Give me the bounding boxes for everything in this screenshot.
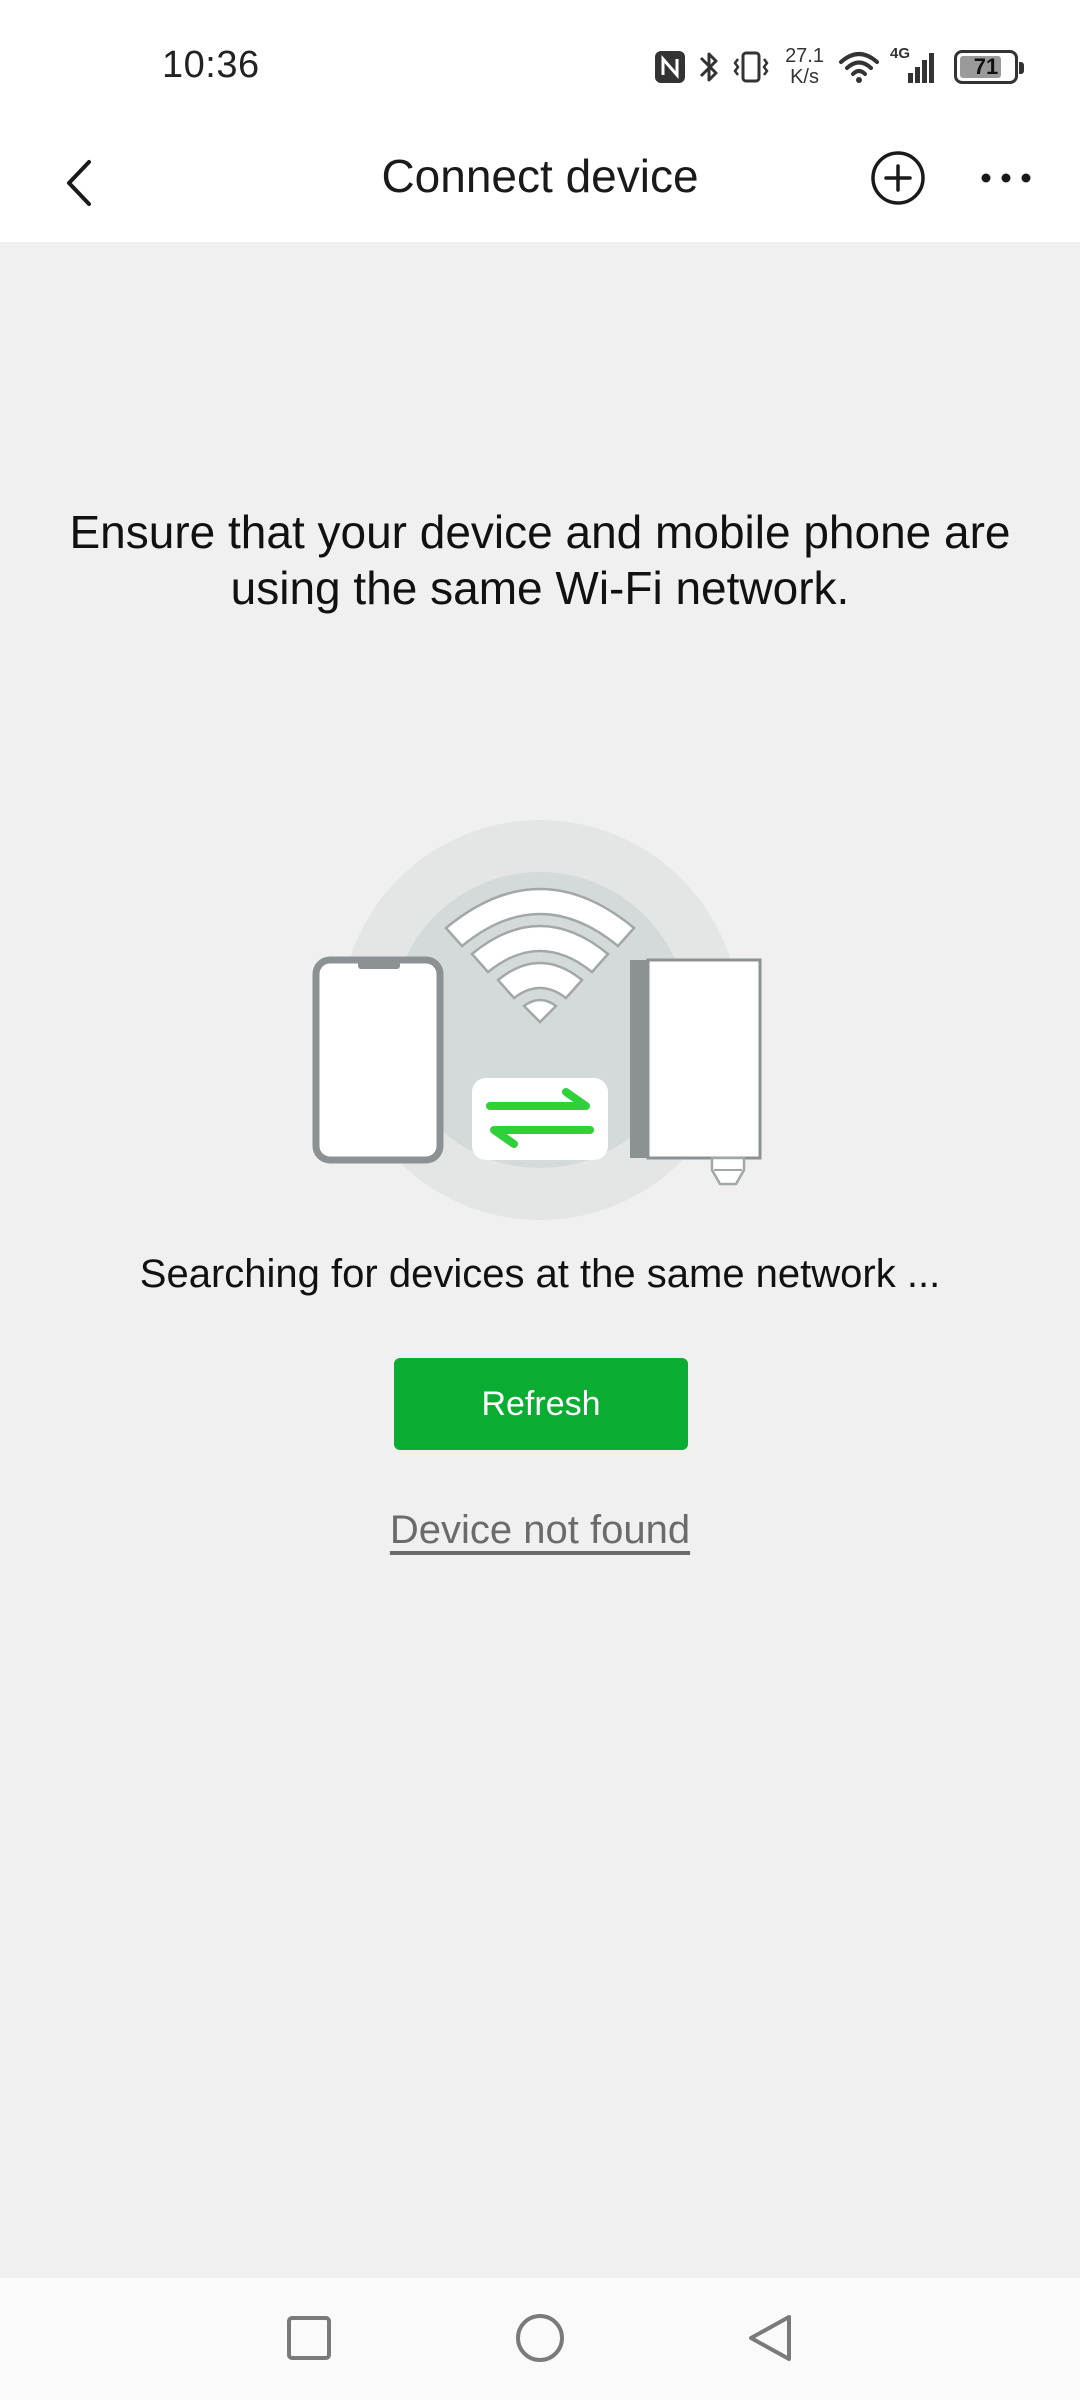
device-not-found-row: Device not found bbox=[0, 1508, 1080, 1553]
bluetooth-icon bbox=[697, 48, 721, 86]
signal-icon: 4G bbox=[890, 45, 940, 87]
transfer-arrows-icon bbox=[472, 1078, 608, 1160]
instruction-text: Ensure that your device and mobile phone… bbox=[69, 506, 1011, 614]
recent-apps-button[interactable] bbox=[279, 2308, 339, 2368]
battery-icon: 71 bbox=[954, 50, 1024, 84]
home-icon bbox=[516, 2314, 564, 2362]
recent-apps-icon bbox=[287, 2316, 331, 2360]
battery-level: 71 bbox=[973, 54, 999, 79]
vibrate-icon bbox=[731, 49, 771, 85]
net-speed-unit: K/s bbox=[790, 66, 819, 88]
screen: 10:36 27.1 K/s 4G 71 Connect device Ensu… bbox=[0, 0, 1080, 2400]
phone-illustration-icon bbox=[312, 956, 444, 1164]
more-horizontal-icon bbox=[981, 173, 1031, 183]
app-header: Connect device bbox=[0, 128, 1080, 242]
system-nav-bar bbox=[0, 2278, 1080, 2400]
status-icons: 27.1 K/s 4G 71 bbox=[653, 44, 1024, 90]
nfc-icon bbox=[653, 49, 687, 85]
net-speed: 27.1 K/s bbox=[785, 46, 824, 88]
connection-illustration bbox=[300, 810, 780, 1230]
wifi-icon bbox=[838, 50, 880, 84]
back-icon bbox=[749, 2315, 791, 2361]
searching-status: Searching for devices at the same networ… bbox=[139, 1252, 941, 1296]
status-time: 10:36 bbox=[162, 44, 260, 86]
status-bar: 10:36 27.1 K/s 4G 71 bbox=[0, 0, 1080, 128]
home-button[interactable] bbox=[510, 2308, 570, 2368]
plus-circle-icon bbox=[871, 151, 925, 205]
more-options-button[interactable] bbox=[970, 142, 1042, 214]
nav-back-button[interactable] bbox=[740, 2308, 800, 2368]
refresh-button[interactable]: Refresh bbox=[394, 1358, 688, 1450]
net-speed-value: 27.1 bbox=[785, 45, 824, 67]
add-button[interactable] bbox=[862, 142, 934, 214]
device-illustration-icon bbox=[630, 958, 762, 1186]
device-not-found-link[interactable]: Device not found bbox=[390, 1508, 690, 1552]
